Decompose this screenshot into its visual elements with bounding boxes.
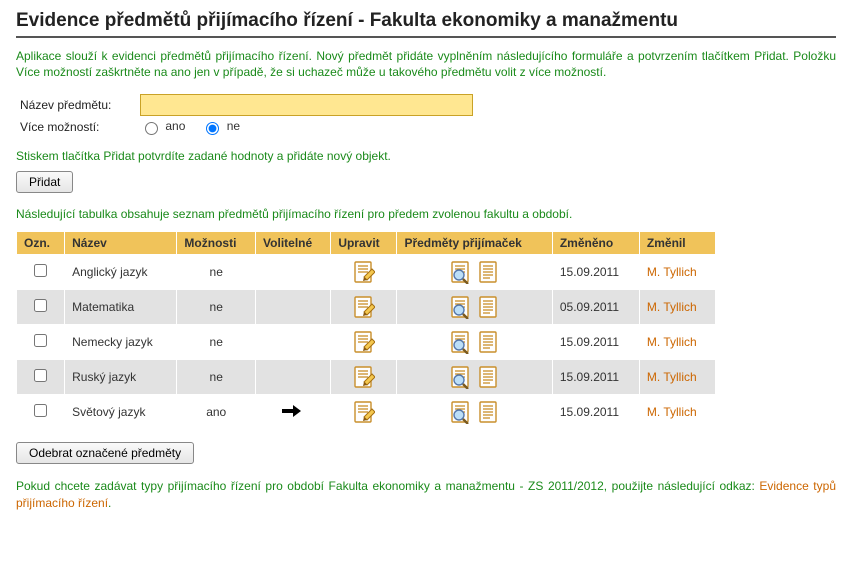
table-row: Světový jazykano 15.09.2011 M. Tyllich (17, 395, 716, 430)
cell-moznosti: ne (177, 290, 256, 325)
name-label: Název předmětu: (20, 98, 140, 112)
row-checkbox[interactable] (34, 404, 47, 417)
radio-yes[interactable] (145, 122, 158, 135)
radio-yes-label[interactable]: ano (140, 119, 185, 135)
cell-volitelne (256, 360, 331, 395)
cell-zmeneno: 15.09.2011 (552, 395, 639, 430)
row-checkbox[interactable] (34, 334, 47, 347)
col-zmeneno: Změněno (552, 232, 639, 255)
col-moznosti: Možnosti (177, 232, 256, 255)
arrow-right-icon (282, 405, 304, 417)
footer-text: Pokud chcete zadávat typy přijímacího ří… (16, 478, 836, 510)
cell-nazev: Matematika (65, 290, 177, 325)
col-volitelne: Volitelné (256, 232, 331, 255)
edit-icon[interactable] (353, 400, 375, 424)
divider (16, 36, 836, 38)
footer-after: . (108, 496, 111, 510)
table-row: Ruský jazykne 15.09.2011 M. Tyllich (17, 360, 716, 395)
cell-moznosti: ano (177, 395, 256, 430)
table-row: Nemecky jazykne 15.09.2011 M. Tyllich (17, 325, 716, 360)
cell-zmeneno: 15.09.2011 (552, 360, 639, 395)
edit-icon[interactable] (353, 330, 375, 354)
cell-nazev: Nemecky jazyk (65, 325, 177, 360)
cell-zmeneno: 15.09.2011 (552, 255, 639, 290)
add-form: Název předmětu: Více možností: ano ne (16, 94, 836, 135)
subjects-table: Ozn. Název Možnosti Volitelné Upravit Př… (16, 231, 716, 430)
table-intro: Následující tabulka obsahuje seznam před… (16, 207, 836, 221)
radio-no-text: ne (227, 120, 240, 134)
document-icon[interactable] (478, 260, 500, 284)
radio-no[interactable] (206, 122, 219, 135)
more-label: Více možností: (20, 120, 140, 134)
edit-icon[interactable] (353, 295, 375, 319)
col-ozn: Ozn. (17, 232, 65, 255)
magnifier-icon[interactable] (450, 260, 472, 284)
cell-nazev: Ruský jazyk (65, 360, 177, 395)
document-icon[interactable] (478, 330, 500, 354)
row-checkbox[interactable] (34, 264, 47, 277)
col-zmenil: Změnil (639, 232, 715, 255)
form-hint: Stiskem tlačítka Přidat potvrdíte zadané… (16, 149, 836, 163)
footer-before: Pokud chcete zadávat typy přijímacího ří… (16, 479, 759, 493)
page-title: Evidence předmětů přijímacího řízení - F… (16, 10, 836, 32)
edit-icon[interactable] (353, 260, 375, 284)
cell-volitelne (256, 395, 331, 430)
row-checkbox[interactable] (34, 369, 47, 382)
cell-moznosti: ne (177, 325, 256, 360)
radio-yes-text: ano (165, 120, 185, 134)
add-button[interactable]: Přidat (16, 171, 73, 193)
intro-text: Aplikace slouží k evidenci předmětů přij… (16, 48, 836, 80)
remove-button[interactable]: Odebrat označené předměty (16, 442, 194, 464)
document-icon[interactable] (478, 400, 500, 424)
col-nazev: Název (65, 232, 177, 255)
col-upravit: Upravit (331, 232, 397, 255)
table-row: Anglický jazykne 15.09.2011 M. Tyllich (17, 255, 716, 290)
cell-nazev: Anglický jazyk (65, 255, 177, 290)
magnifier-icon[interactable] (450, 330, 472, 354)
cell-moznosti: ne (177, 255, 256, 290)
cell-moznosti: ne (177, 360, 256, 395)
user-link[interactable]: M. Tyllich (647, 335, 697, 349)
magnifier-icon[interactable] (450, 295, 472, 319)
col-predmety: Předměty přijímaček (397, 232, 552, 255)
cell-nazev: Světový jazyk (65, 395, 177, 430)
magnifier-icon[interactable] (450, 400, 472, 424)
table-row: Matematikane 05.09.2011 M. Tyllich (17, 290, 716, 325)
radio-no-label[interactable]: ne (201, 119, 240, 135)
user-link[interactable]: M. Tyllich (647, 405, 697, 419)
cell-volitelne (256, 325, 331, 360)
row-checkbox[interactable] (34, 299, 47, 312)
user-link[interactable]: M. Tyllich (647, 370, 697, 384)
cell-volitelne (256, 290, 331, 325)
user-link[interactable]: M. Tyllich (647, 265, 697, 279)
user-link[interactable]: M. Tyllich (647, 300, 697, 314)
document-icon[interactable] (478, 295, 500, 319)
edit-icon[interactable] (353, 365, 375, 389)
document-icon[interactable] (478, 365, 500, 389)
name-input[interactable] (140, 94, 473, 116)
cell-volitelne (256, 255, 331, 290)
magnifier-icon[interactable] (450, 365, 472, 389)
cell-zmeneno: 15.09.2011 (552, 325, 639, 360)
cell-zmeneno: 05.09.2011 (552, 290, 639, 325)
